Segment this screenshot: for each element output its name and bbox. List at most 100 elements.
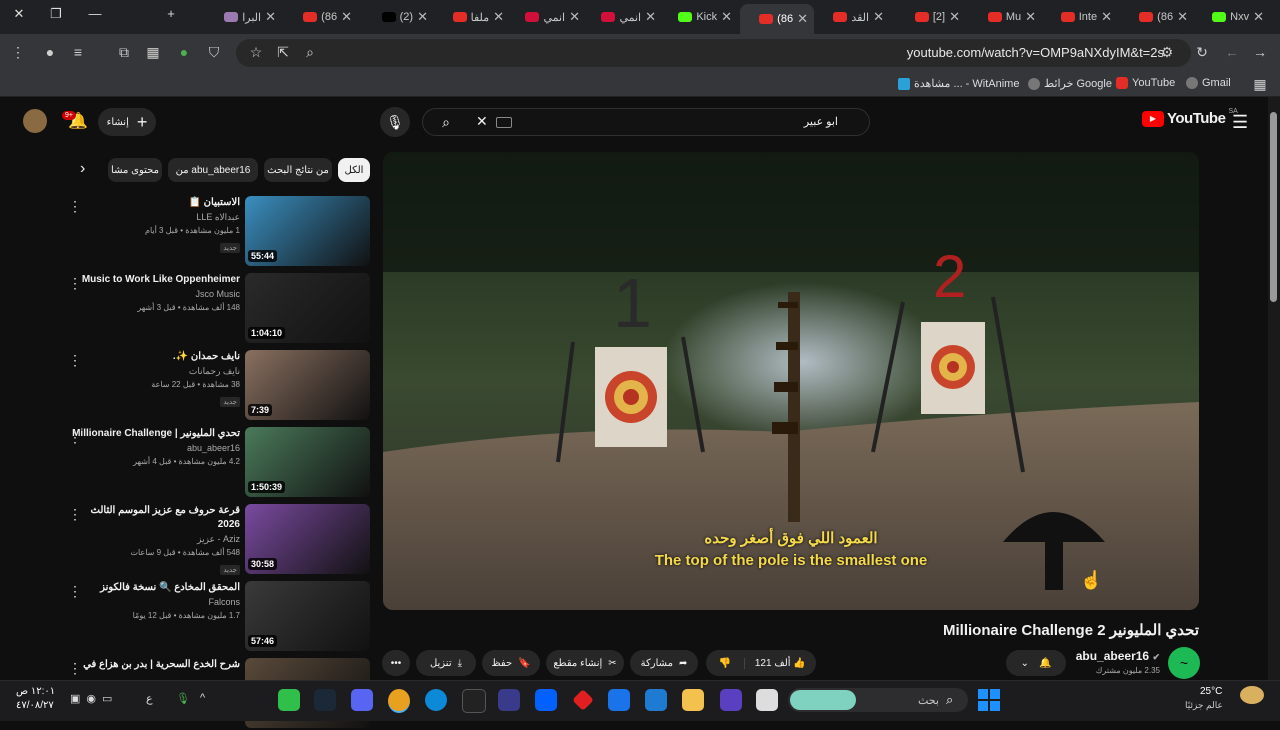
account-avatar[interactable] <box>23 109 47 133</box>
zoom-icon[interactable]: ⌕ <box>300 44 320 61</box>
clear-search-icon[interactable]: ✕ <box>476 113 488 130</box>
profile-icon[interactable]: ● <box>40 44 60 60</box>
bookmark-witanime[interactable]: مشاهدة ... - WitAnime <box>898 77 1019 90</box>
restore-window-icon[interactable]: ❐ <box>45 6 67 22</box>
video-thumbnail[interactable]: 30:58 <box>245 504 370 574</box>
close-window-icon[interactable]: ✕ <box>8 6 30 22</box>
more-options-icon[interactable]: ⋮ <box>68 583 82 600</box>
more-options-icon[interactable]: ⋮ <box>68 352 82 369</box>
channel-avatar[interactable]: ~ <box>1168 647 1200 679</box>
recommendation-item[interactable]: 55:44 الاستبيان 📋 عبدالاه LLE 1 مليون مشاهد… <box>60 196 372 268</box>
search-button[interactable]: ⌕ <box>431 107 461 137</box>
extension-icon[interactable]: ▦ <box>143 44 163 61</box>
more-options-icon[interactable]: ⋮ <box>68 506 82 523</box>
tab-close-icon[interactable]: ✕ <box>797 11 808 27</box>
more-options-icon[interactable]: ⋮ <box>68 198 82 215</box>
clock-time[interactable]: ١٢:٠١ ص <box>16 686 55 697</box>
create-button[interactable]: إنشاء + <box>98 108 156 136</box>
browser-tab[interactable]: ✕ انمي <box>512 4 586 30</box>
browser-tab[interactable]: ✕ 86) <box>284 4 358 30</box>
extension-badge-icon[interactable]: ● <box>174 44 194 60</box>
tab-close-icon[interactable]: ✕ <box>1101 9 1112 25</box>
app-icon[interactable] <box>498 689 520 711</box>
tab-close-icon[interactable]: ✕ <box>949 9 960 25</box>
weather-icon[interactable] <box>1240 686 1264 704</box>
chip-related[interactable]: محتوى مشا <box>108 158 162 182</box>
recommendation-item[interactable]: 30:58 قرعة حروف مع عزيز الموسم الثالث 202… <box>60 504 372 576</box>
search-input[interactable] <box>422 108 870 136</box>
chip-from-search[interactable]: من نتائج البحث <box>264 158 332 182</box>
scrollbar-thumb[interactable] <box>1270 112 1277 302</box>
menu-dots-icon[interactable]: ⋮ <box>8 44 28 61</box>
tab-close-icon[interactable]: ✕ <box>873 9 884 25</box>
more-options-icon[interactable]: ⋮ <box>68 660 82 677</box>
browser-tab[interactable]: ✕ Mu <box>968 4 1042 30</box>
tab-close-icon[interactable]: ✕ <box>645 9 656 25</box>
bookmark-google-maps[interactable]: خرائط Google <box>1028 77 1112 90</box>
browser-tab[interactable]: ✕ انمي <box>588 4 662 30</box>
dislike-button[interactable]: 👎 <box>706 657 745 669</box>
star-icon[interactable]: ☆ <box>246 44 266 61</box>
dropbox-icon[interactable] <box>535 689 557 711</box>
media-icon[interactable]: ≡ <box>68 44 88 60</box>
copilot-icon[interactable] <box>720 689 742 711</box>
show-hidden-icons[interactable]: ^ <box>200 692 205 704</box>
recommendation-item[interactable]: 7:39 نايف حمدان ✨. نايف رحمانات 38 مشاهدة •… <box>60 350 372 422</box>
bookmark-gmail[interactable]: Gmail <box>1186 77 1231 89</box>
recommendation-item[interactable]: 1:50:39 تحدي المليونير | Millionaire Chal… <box>60 427 372 499</box>
reload-icon[interactable]: ↻ <box>1192 44 1212 61</box>
tab-close-icon[interactable]: ✕ <box>1253 9 1264 25</box>
tab-close-icon[interactable]: ✕ <box>265 9 276 25</box>
keyboard-icon[interactable] <box>496 117 512 128</box>
subscribed-button[interactable]: ⌄ 🔔 <box>1006 650 1066 676</box>
browser-tab[interactable]: ✕ Kick <box>664 4 738 30</box>
download-button[interactable]: تنزيل ⤓ <box>416 650 476 676</box>
video-thumbnail[interactable]: 55:44 <box>245 196 370 266</box>
chip-from-channel[interactable]: من abu_abeer16 <box>168 158 258 182</box>
language-indicator[interactable]: ع <box>146 692 153 705</box>
video-thumbnail[interactable]: 57:46 <box>245 581 370 651</box>
channel-name[interactable]: abu_abeer16 ✔ <box>1076 649 1160 663</box>
share-page-icon[interactable]: ⇱ <box>273 44 293 61</box>
clip-button[interactable]: إنشاء مقطع ✂ <box>546 650 624 676</box>
save-button[interactable]: حفظ 🔖 <box>482 650 540 676</box>
chrome-icon[interactable] <box>388 689 410 713</box>
back-icon[interactable]: ← <box>1222 44 1242 60</box>
xbox-icon[interactable] <box>278 689 300 711</box>
file-explorer-icon[interactable] <box>682 689 704 711</box>
browser-tab[interactable]: ✕ Inte <box>1044 4 1118 30</box>
tab-close-icon[interactable]: ✕ <box>1177 9 1188 25</box>
minimize-window-icon[interactable]: — <box>84 6 106 21</box>
tab-close-icon[interactable]: ✕ <box>1025 9 1036 25</box>
like-button[interactable]: 121 ألف 👍 <box>745 658 816 669</box>
outlook-icon[interactable] <box>608 689 630 711</box>
video-thumbnail[interactable]: 7:39 <box>245 350 370 420</box>
site-settings-icon[interactable]: ⚙ <box>1157 44 1177 61</box>
new-tab-icon[interactable]: + <box>160 6 182 21</box>
more-options-icon[interactable]: ⋮ <box>68 429 82 446</box>
epic-games-icon[interactable] <box>462 689 486 713</box>
task-view-icon[interactable] <box>756 689 778 711</box>
recommendation-item[interactable]: 57:46 المحقق المخادع 🔍 نسخة فالكونز Falcon… <box>60 581 372 653</box>
bookmark-youtube[interactable]: YouTube <box>1116 77 1175 89</box>
chip-all[interactable]: الكل <box>338 158 370 182</box>
browser-tab[interactable]: ✕ القد <box>816 4 890 30</box>
video-thumbnail[interactable]: 1:04:10 <box>245 273 370 343</box>
shield-icon[interactable]: ⛉ <box>204 44 224 61</box>
more-options-icon[interactable]: ⋮ <box>68 275 82 292</box>
edge-icon[interactable] <box>425 689 447 711</box>
browser-tab[interactable]: ✕ البرا <box>208 4 282 30</box>
share-button[interactable]: مشاركة ➦ <box>630 650 698 676</box>
url-text[interactable]: youtube.com/watch?v=OMP9aNXdyIM&t=2s <box>907 45 1164 60</box>
chips-next-icon[interactable]: › <box>80 160 85 178</box>
microphone-tray-icon[interactable]: 🎙 <box>176 692 190 705</box>
discord-icon[interactable] <box>351 689 373 711</box>
browser-tab[interactable]: ✕ [2] <box>892 4 966 30</box>
forward-icon[interactable]: → <box>1250 44 1270 60</box>
steam-icon[interactable] <box>314 689 336 711</box>
search-query-text[interactable]: ابو عبير <box>804 115 838 128</box>
clock-date[interactable]: ٤٧/٠٨/٢٧ <box>16 700 54 711</box>
more-actions-button[interactable]: ••• <box>382 650 410 676</box>
browser-tab[interactable]: ✕ Nxv <box>1196 4 1270 30</box>
apps-grid-icon[interactable]: ▦ <box>1250 76 1270 93</box>
